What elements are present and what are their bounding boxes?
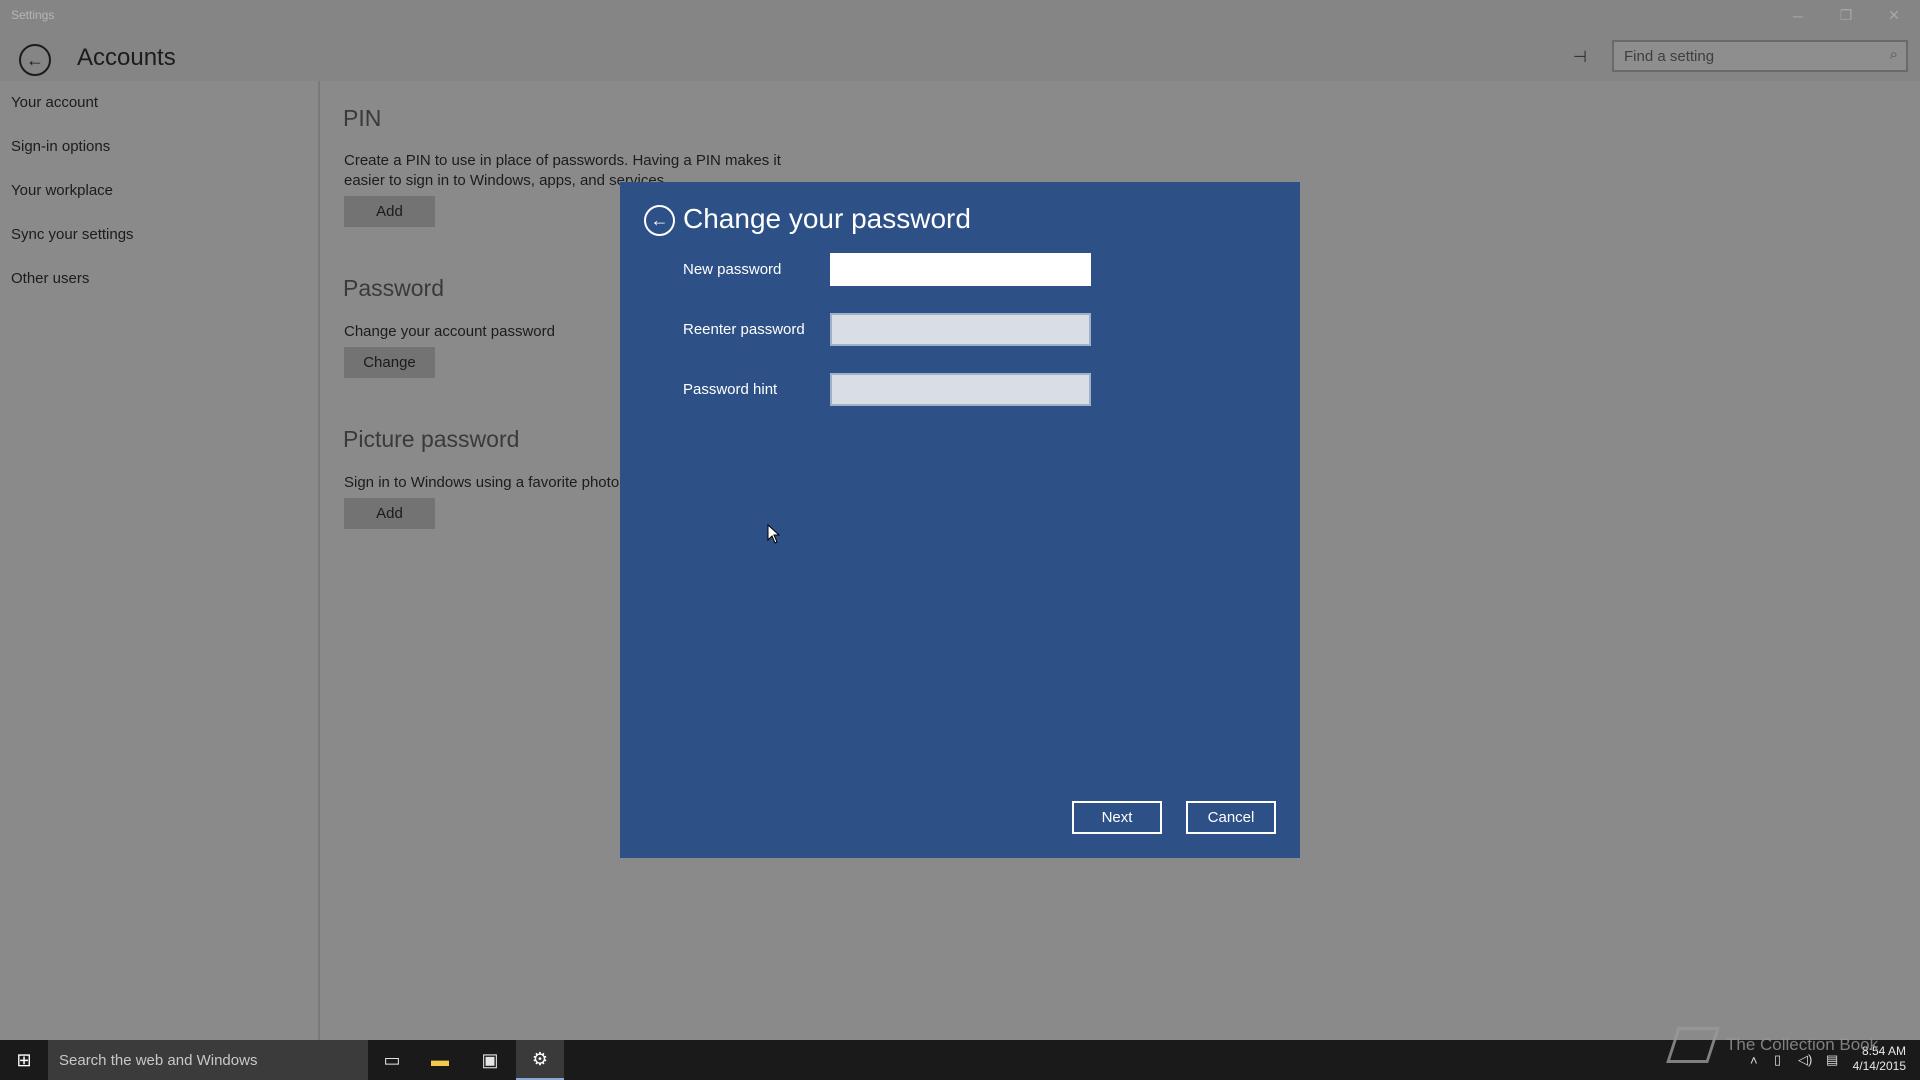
pin-section-title: PIN [343,105,382,131]
file-explorer-icon[interactable]: ▬ [416,1040,464,1080]
search-input[interactable] [1614,42,1874,70]
sidebar-item-your-workplace[interactable]: Your workplace [11,182,113,199]
dialog-back-button[interactable]: ← [644,205,675,236]
start-button[interactable]: ⊞ [0,1040,48,1080]
picture-password-description: Sign in to Windows using a favorite phot… [344,474,620,491]
store-icon[interactable]: ▣ [466,1040,514,1080]
password-section-title: Password [343,275,444,301]
window-title: Settings [11,8,55,22]
close-button[interactable]: ✕ [1870,0,1918,31]
password-description: Change your account password [344,323,555,340]
taskbar-search[interactable]: Search the web and Windows [48,1040,368,1080]
search-icon[interactable]: ⌕ [1890,46,1898,63]
picture-password-section-title: Picture password [343,426,520,452]
pin-description-line1: Create a PIN to use in place of password… [344,152,781,169]
sidebar: Your account Sign-in options Your workpl… [0,81,320,1040]
book-logo-icon [1666,1027,1720,1063]
minimize-button[interactable]: ─ [1774,0,1822,31]
dialog-title: Change your password [683,203,971,234]
back-arrow-icon: ← [26,49,44,70]
taskbar: ⊞ Search the web and Windows ▭ ▬ ▣ ⚙ ˄ ▯… [0,1040,1920,1080]
sidebar-item-sync-settings[interactable]: Sync your settings [11,226,134,243]
mouse-cursor-icon [767,524,781,544]
task-view-icon[interactable]: ▭ [368,1040,416,1080]
back-button[interactable]: ← [19,44,51,76]
back-arrow-icon: ← [650,210,669,230]
sidebar-item-other-users[interactable]: Other users [11,270,89,287]
password-change-button[interactable]: Change [344,347,435,378]
pin-to-start-icon[interactable]: ⊣ [1567,44,1593,70]
password-hint-label: Password hint [683,381,778,398]
reenter-password-label: Reenter password [683,321,805,338]
password-hint-field[interactable] [830,373,1091,406]
watermark: The Collection Book [1666,1027,1879,1063]
new-password-label: New password [683,261,782,278]
new-password-field[interactable] [830,253,1091,286]
sidebar-item-your-account[interactable]: Your account [11,94,98,111]
page-title: Accounts [77,44,176,71]
change-password-dialog: ← Change your password New password Reen… [620,182,1300,858]
search-box[interactable]: ⌕ [1612,40,1908,72]
cancel-button[interactable]: Cancel [1186,801,1276,834]
settings-taskbar-icon[interactable]: ⚙ [516,1040,564,1080]
windows-logo-icon: ⊞ [16,1049,32,1070]
picture-password-add-button[interactable]: Add [344,498,435,529]
next-button[interactable]: Next [1072,801,1162,834]
pin-add-button[interactable]: Add [344,196,435,227]
sidebar-item-sign-in-options[interactable]: Sign-in options [11,138,110,155]
restore-button[interactable]: ❐ [1822,0,1870,31]
watermark-text: The Collection Book [1726,1035,1879,1054]
window-titlebar: Settings ─ ❐ ✕ [0,0,1920,31]
reenter-password-field[interactable] [830,313,1091,346]
